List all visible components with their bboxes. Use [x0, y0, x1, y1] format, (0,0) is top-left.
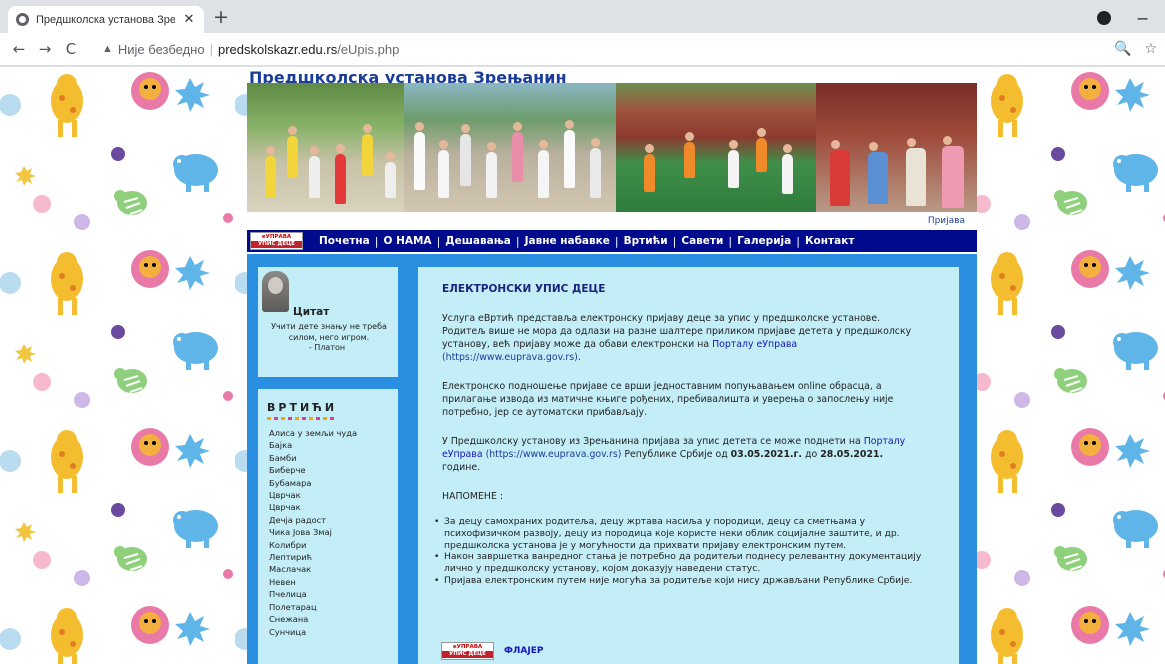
- warning-icon[interactable]: ▲: [102, 43, 113, 55]
- nav-contact[interactable]: Контакт: [805, 235, 854, 247]
- article-title: ЕЛЕКТРОНСКИ УПИС ДЕЦЕ: [442, 283, 606, 295]
- nav-divider: |: [515, 234, 520, 248]
- new-tab-button[interactable]: +: [213, 7, 229, 27]
- notes-list: За децу самохраних родитеља, децу жртава…: [432, 516, 924, 587]
- back-button[interactable]: ←: [6, 40, 32, 58]
- banner-photo-running: [247, 83, 404, 212]
- banner-photo-children: [816, 83, 977, 212]
- nav-advice[interactable]: Савети: [681, 235, 723, 247]
- close-tab-icon[interactable]: ✕: [182, 12, 196, 27]
- quote-box: Цитат Учити дете знању не треба силом, н…: [256, 265, 400, 379]
- list-item[interactable]: Бубамара: [269, 477, 398, 489]
- site-container: Предшколска установа Зрењанин Пријава eУ…: [247, 67, 977, 664]
- main-nav: eУПРАВА УПИС ДЕЦЕ Почетна | О НАМА | Деш…: [247, 230, 977, 252]
- banner-photo-exercise: [404, 83, 616, 212]
- nav-divider: |: [436, 234, 441, 248]
- list-item[interactable]: Пчелица: [269, 588, 398, 600]
- kindergartens-list: Алиса у земљи чуда Бајка Бамби Биберче Б…: [269, 427, 398, 638]
- kindergartens-title: ВРТИЋИ: [267, 401, 338, 414]
- minimize-button[interactable]: −: [1136, 9, 1149, 28]
- banner-photo-football: [616, 83, 816, 212]
- url-path: /eUpis.php: [337, 41, 400, 57]
- browser-tabbar: Предшколска установа Зрењан ✕ + −: [0, 0, 1165, 33]
- nav-kindergartens[interactable]: Вртићи: [624, 235, 668, 247]
- list-item[interactable]: Алиса у земљи чуда: [269, 427, 398, 439]
- reload-button[interactable]: C: [58, 40, 84, 58]
- login-link[interactable]: Пријава: [928, 216, 965, 226]
- url-host: predskolskazr.edu.rs: [217, 41, 338, 57]
- start-date: 03.05.2021.г.: [730, 449, 802, 460]
- list-item[interactable]: Биберче: [269, 464, 398, 476]
- euprava-url-text-2[interactable]: (https://www.euprava.gov.rs): [486, 449, 622, 460]
- flyer-link[interactable]: ФЛАЈЕР: [504, 646, 543, 656]
- nav-home[interactable]: Почетна: [319, 235, 370, 247]
- kindergartens-box: ВРТИЋИ Алиса у земљи чуда Бајка Бамби Би…: [256, 387, 400, 664]
- flyer-row: eУПРАВА УПИС ДЕЦЕ ФЛАЈЕР: [441, 642, 543, 660]
- nav-events[interactable]: Дешавања: [445, 235, 511, 247]
- list-item[interactable]: Маслачак: [269, 563, 398, 575]
- nav-about[interactable]: О НАМА: [383, 235, 431, 247]
- quote-author: - Платон: [308, 343, 346, 352]
- list-item[interactable]: Сунчица: [269, 626, 398, 638]
- note-item: За децу самохраних родитеља, децу жртава…: [432, 516, 924, 551]
- list-item[interactable]: Бајка: [269, 439, 398, 451]
- end-date: 28.05.2021.: [820, 449, 884, 460]
- nav-divider: |: [728, 234, 733, 248]
- url-separator: |: [209, 41, 213, 57]
- nav-gallery[interactable]: Галерија: [737, 235, 791, 247]
- quote-title: Цитат: [293, 306, 330, 318]
- list-item[interactable]: Цврчак: [269, 489, 398, 501]
- main-article: ЕЛЕКТРОНСКИ УПИС ДЕЦЕ Услуга еВртић пред…: [416, 265, 961, 664]
- forward-button[interactable]: →: [32, 40, 58, 58]
- nav-divider: |: [672, 234, 677, 248]
- title-dots-decoration: [267, 417, 337, 420]
- profile-icon[interactable]: [1097, 11, 1111, 25]
- url-field[interactable]: ▲ Није безбедно | predskolskazr.edu.rs/e…: [102, 42, 399, 57]
- star-icon[interactable]: ☆: [1144, 41, 1157, 57]
- list-item[interactable]: Бамби: [269, 452, 398, 464]
- browser-tab[interactable]: Предшколска установа Зрењан ✕: [8, 6, 204, 33]
- paragraph-deadline: У Предшколску установу из Зрењанина приј…: [442, 436, 906, 473]
- euprava-flyer-logo[interactable]: eУПРАВА УПИС ДЕЦЕ: [441, 642, 494, 660]
- list-item[interactable]: Лептирић: [269, 551, 398, 563]
- paragraph-intro: Услуга еВртић представља електронску при…: [442, 313, 912, 363]
- nav-divider: |: [796, 234, 800, 248]
- list-item[interactable]: Полетарац: [269, 601, 398, 613]
- quote-text: Учити дете знању не треба силом, него иг…: [271, 322, 387, 342]
- list-item[interactable]: Цврчак: [269, 501, 398, 513]
- plato-bust-image: [262, 271, 289, 312]
- list-item[interactable]: Колибри: [269, 539, 398, 551]
- address-bar: ← → C ▲ Није безбедно | predskolskazr.ed…: [0, 33, 1165, 66]
- nav-procurement[interactable]: Јавне набавке: [525, 235, 610, 247]
- nav-divider: |: [374, 234, 379, 248]
- notes-title: НАПОМЕНЕ :: [442, 491, 504, 502]
- note-item: Након завршетка ванредног стања је потре…: [432, 551, 924, 575]
- page-viewport: Предшколска установа Зрењанин Пријава eУ…: [0, 67, 1165, 664]
- globe-icon: [16, 13, 29, 26]
- header-banner: [247, 83, 977, 212]
- list-item[interactable]: Невен: [269, 576, 398, 588]
- paragraph-online-form: Електронско подношење пријаве се врши је…: [442, 381, 894, 418]
- zoom-icon[interactable]: 🔍: [1114, 41, 1131, 57]
- note-item: Пријава електронским путем није могућа з…: [432, 575, 924, 587]
- tab-title: Предшколска установа Зрењан: [36, 13, 175, 26]
- nav-divider: |: [614, 234, 619, 248]
- euprava-logo[interactable]: eУПРАВА УПИС ДЕЦЕ: [250, 232, 303, 250]
- euprava-url-text[interactable]: (https://www.euprava.gov.rs): [442, 352, 578, 363]
- list-item[interactable]: Дечја радост: [269, 514, 398, 526]
- list-item[interactable]: Чика Јова Змај: [269, 526, 398, 538]
- list-item[interactable]: Снежана: [269, 613, 398, 625]
- euprava-portal-link[interactable]: Порталу еУправа: [712, 339, 797, 350]
- not-secure-label[interactable]: Није безбедно: [118, 42, 205, 57]
